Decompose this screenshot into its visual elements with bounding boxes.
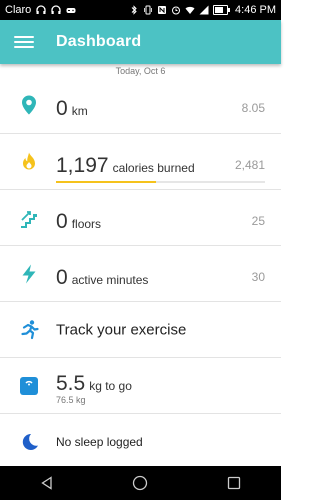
track-exercise-tile[interactable]: Track your exercise [0, 301, 281, 357]
flame-icon [18, 151, 40, 173]
back-triangle-icon [41, 476, 52, 490]
weight-value: 5.5 [56, 372, 86, 395]
calories-progress-bar [56, 181, 265, 183]
alarm-icon [171, 5, 181, 15]
page-title: Dashboard [56, 33, 142, 50]
floors-unit: floors [71, 217, 102, 231]
location-pin-icon [18, 94, 40, 116]
calories-value: 1,197 [56, 154, 109, 177]
signal-icon [199, 5, 209, 15]
status-bar: Claro 4:46 PM [0, 0, 281, 20]
active-minutes-unit: active minutes [71, 273, 149, 287]
active-minutes-tile[interactable]: 0 active minutes 30 [0, 245, 281, 301]
scale-icon [18, 375, 40, 397]
sleep-tile[interactable]: No sleep logged [0, 413, 281, 469]
active-minutes-goal: 30 [251, 270, 265, 284]
recents-square-icon [227, 476, 241, 490]
calories-progress-fill [56, 181, 157, 183]
calories-goal: 2,481 [234, 158, 265, 172]
weight-current: 76.5 kg [56, 395, 86, 405]
distance-value: 0 [56, 97, 68, 120]
back-button[interactable] [32, 471, 62, 495]
dashboard-tile-list: 0 km 8.05 1,197 calories burned 2,481 0 … [0, 77, 281, 469]
active-minutes-value: 0 [56, 266, 68, 289]
floors-value: 0 [56, 210, 68, 233]
carrier-label: Claro [5, 4, 32, 16]
nfc-icon [157, 5, 167, 15]
battery-icon [213, 5, 231, 15]
bluetooth-icon [129, 5, 139, 15]
track-exercise-label: Track your exercise [56, 321, 187, 338]
date-label: Today, Oct 6 [115, 66, 166, 76]
system-navigation-bar [0, 466, 281, 500]
distance-tile[interactable]: 0 km 8.05 [0, 77, 281, 133]
headset-icon-2 [51, 5, 61, 15]
moon-icon [18, 431, 40, 453]
running-person-icon [18, 319, 40, 341]
calories-tile[interactable]: 1,197 calories burned 2,481 [0, 133, 281, 189]
weight-tile[interactable]: 5.5 kg to go 76.5 kg [0, 357, 281, 413]
app-bar: Dashboard [0, 20, 281, 64]
floors-goal: 25 [251, 214, 265, 228]
distance-unit: km [71, 104, 88, 118]
calories-unit: calories burned [112, 161, 195, 175]
floors-tile[interactable]: 0 floors 25 [0, 189, 281, 245]
home-button[interactable] [125, 471, 155, 495]
distance-goal: 8.05 [241, 101, 265, 115]
headset-icon [36, 5, 46, 15]
controller-icon [66, 5, 76, 15]
vibrate-icon [143, 5, 153, 15]
sleep-label: No sleep logged [56, 434, 143, 449]
home-circle-icon [133, 475, 148, 491]
weight-unit: kg to go [89, 379, 132, 393]
wifi-icon [185, 5, 195, 15]
lightning-bolt-icon [18, 263, 40, 285]
clock-label: 4:46 PM [235, 4, 276, 16]
menu-icon[interactable] [14, 35, 34, 49]
stairs-icon [18, 207, 40, 229]
recents-button[interactable] [219, 471, 249, 495]
